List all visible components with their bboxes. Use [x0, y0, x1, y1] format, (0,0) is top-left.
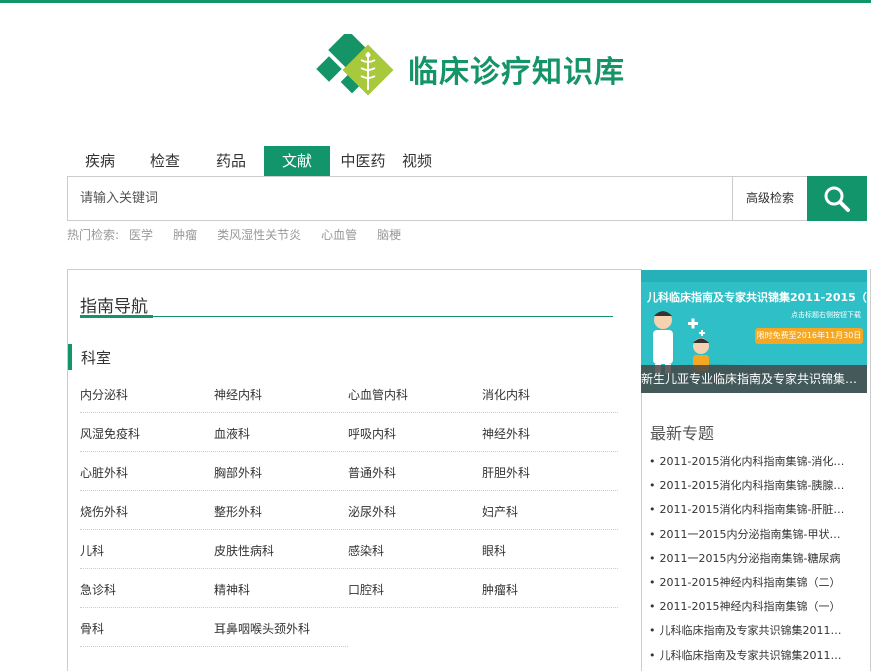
latest-topic-item[interactable]: • 2011-2015消化内科指南集锦-肝脏…: [649, 500, 859, 524]
tab-drug[interactable]: 药品: [198, 146, 264, 176]
banner-subtitle: 点击标题右侧按钮下载: [791, 311, 861, 319]
hot-search-item[interactable]: 肿瘤: [173, 226, 197, 243]
tab-tcm[interactable]: 中医药: [330, 146, 396, 176]
department-link[interactable]: 整形外科: [214, 503, 262, 520]
tab-exam[interactable]: 检查: [132, 146, 198, 176]
department-link[interactable]: 普通外科: [348, 464, 396, 481]
advanced-search-button[interactable]: 高级检索: [732, 177, 807, 220]
department-link[interactable]: 儿科: [80, 542, 104, 559]
department-link[interactable]: 内分泌科: [80, 386, 128, 403]
search-bar: 高级检索: [67, 176, 807, 221]
department-link[interactable]: 感染科: [348, 542, 384, 559]
department-row: 风湿免疫科 血液科 呼吸内科 神经外科: [80, 413, 618, 452]
department-link[interactable]: 骨科: [80, 620, 104, 637]
banner-caption[interactable]: 新生儿亚专业临床指南及专家共识锦集…: [641, 365, 867, 393]
latest-topic-item[interactable]: • 2011一2015内分泌指南集锦-糖尿病: [649, 549, 859, 573]
department-link[interactable]: 肿瘤科: [482, 581, 518, 598]
bullet-icon: •: [649, 479, 656, 493]
department-link[interactable]: 烧伤外科: [80, 503, 128, 520]
department-row: 骨科 耳鼻咽喉头颈外科: [80, 608, 348, 647]
bullet-icon: •: [649, 624, 656, 638]
department-link[interactable]: 神经外科: [482, 425, 530, 442]
latest-topic-item[interactable]: • 2011-2015神经内科指南集锦（二）: [649, 573, 859, 597]
hot-search-item[interactable]: 脑梗: [377, 226, 401, 243]
bullet-icon: •: [649, 503, 656, 517]
tab-video[interactable]: 视频: [396, 146, 460, 176]
banner-badge: 限时免费至2016年11月30日: [755, 328, 863, 344]
category-tabs: 疾病 检查 药品 文献 中医药 视频: [68, 146, 460, 176]
department-link[interactable]: 呼吸内科: [348, 425, 396, 442]
tab-literature[interactable]: 文献: [264, 146, 330, 176]
logo-text: 临床诊疗知识库: [408, 55, 625, 90]
title-divider: [80, 316, 613, 317]
hot-search-item[interactable]: 心血管: [321, 226, 357, 243]
department-link[interactable]: 精神科: [214, 581, 250, 598]
tab-disease[interactable]: 疾病: [68, 146, 132, 176]
search-icon: [824, 186, 850, 212]
department-link[interactable]: 泌尿外科: [348, 503, 396, 520]
latest-topic-item[interactable]: • 2011-2015消化内科指南集锦-消化…: [649, 452, 859, 476]
hot-searches: 热门检索: 医学 肿瘤 类风湿性关节炎 心血管 脑梗: [67, 226, 421, 243]
latest-topic-label: 2011-2015神经内科指南集锦（二）: [659, 575, 841, 589]
latest-topic-label: 2011一2015内分泌指南集锦-甲状…: [659, 527, 841, 541]
latest-topic-label: 2011-2015消化内科指南集锦-消化…: [659, 455, 845, 468]
bullet-icon: •: [649, 527, 656, 541]
latest-topic-item[interactable]: • 2011一2015内分泌指南集锦-甲状…: [649, 525, 859, 549]
department-row: 儿科 皮肤性病科 感染科 眼科: [80, 530, 618, 569]
latest-topic-label: 儿科临床指南及专家共识锦集2011…: [659, 648, 842, 662]
department-row: 心脏外科 胸部外科 普通外科 肝胆外科: [80, 452, 618, 491]
banner-title: 儿科临床指南及专家共识锦集2011-2015（一）: [647, 291, 867, 304]
latest-topics-title: 最新专题: [650, 424, 715, 443]
bullet-icon: •: [649, 648, 656, 662]
department-link[interactable]: 心脏外科: [80, 464, 128, 481]
department-link[interactable]: 肝胆外科: [482, 464, 530, 481]
top-accent-line: [0, 0, 871, 3]
department-link[interactable]: 血液科: [214, 425, 250, 442]
latest-topic-label: 2011-2015神经内科指南集锦（一）: [659, 600, 841, 614]
latest-topic-item[interactable]: • 2011-2015消化内科指南集锦-胰腺…: [649, 476, 859, 500]
guide-navigation-panel: 指南导航 科室 内分泌科 神经内科 心血管内科 消化内科 风湿免疫科 血液科 呼…: [67, 269, 641, 671]
bullet-icon: •: [649, 551, 656, 565]
latest-topic-label: 2011-2015消化内科指南集锦-肝脏…: [659, 503, 845, 517]
department-link[interactable]: 胸部外科: [214, 464, 262, 481]
hot-search-item[interactable]: 医学: [129, 226, 153, 243]
department-row: 内分泌科 神经内科 心血管内科 消化内科: [80, 374, 618, 413]
department-link[interactable]: 风湿免疫科: [80, 425, 140, 442]
department-link[interactable]: 神经内科: [214, 386, 262, 403]
featured-banner[interactable]: 儿科临床指南及专家共识锦集2011-2015（一） 点击标题右侧按钮下载 限时免…: [641, 270, 867, 393]
latest-topic-label: 2011一2015内分泌指南集锦-糖尿病: [659, 551, 841, 565]
department-row: 急诊科 精神科 口腔科 肿瘤科: [80, 569, 618, 608]
bullet-icon: •: [649, 575, 656, 589]
latest-topic-label: 2011-2015消化内科指南集锦-胰腺…: [659, 479, 845, 493]
department-link[interactable]: 眼科: [482, 542, 506, 559]
site-logo[interactable]: 临床诊疗知识库: [314, 34, 625, 104]
logo-icon: [316, 34, 394, 96]
latest-topic-item[interactable]: • 2011-2015神经内科指南集锦（一）: [649, 597, 859, 621]
department-link[interactable]: 消化内科: [482, 386, 530, 403]
bullet-icon: •: [649, 455, 656, 468]
department-link[interactable]: 心血管内科: [348, 386, 408, 403]
latest-topic-label: 儿科临床指南及专家共识锦集2011…: [659, 624, 842, 638]
department-link[interactable]: 耳鼻咽喉头颈外科: [214, 620, 310, 637]
department-link[interactable]: 口腔科: [348, 581, 384, 598]
search-button[interactable]: [807, 176, 867, 221]
latest-topic-item[interactable]: • 儿科临床指南及专家共识锦集2011…: [649, 621, 859, 645]
section-marker: [68, 344, 72, 370]
hot-search-item[interactable]: 类风湿性关节炎: [217, 226, 301, 243]
bullet-icon: •: [649, 600, 656, 614]
latest-topics-list: • 2011-2015消化内科指南集锦-消化… • 2011-2015消化内科指南集…: [649, 452, 859, 670]
department-section-title: 科室: [81, 349, 112, 367]
department-link[interactable]: 妇产科: [482, 503, 518, 520]
title-divider-accent: [80, 315, 153, 318]
hot-searches-label: 热门检索:: [67, 228, 120, 242]
search-input[interactable]: [68, 177, 730, 220]
department-link[interactable]: 急诊科: [80, 581, 116, 598]
department-link[interactable]: 皮肤性病科: [214, 542, 274, 559]
department-grid: 内分泌科 神经内科 心血管内科 消化内科 风湿免疫科 血液科 呼吸内科 神经外科…: [80, 374, 618, 647]
latest-topic-item[interactable]: • 儿科临床指南及专家共识锦集2011…: [649, 646, 859, 670]
guide-navigation-title: 指南导航: [80, 297, 148, 317]
department-row: 烧伤外科 整形外科 泌尿外科 妇产科: [80, 491, 618, 530]
